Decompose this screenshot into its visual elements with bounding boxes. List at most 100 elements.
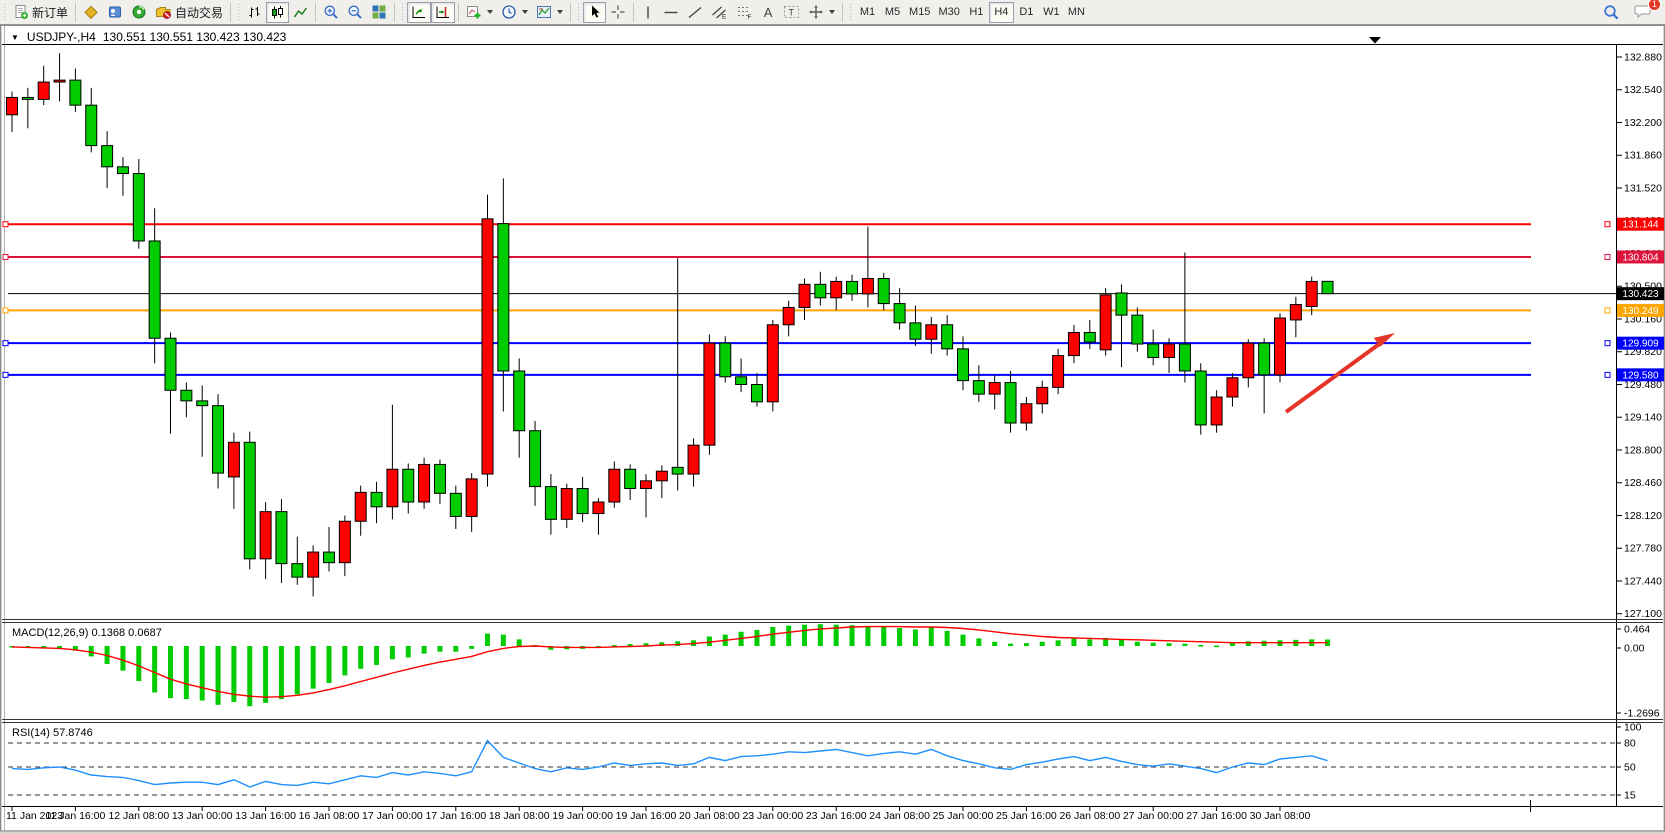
- timeframe-d1[interactable]: D1: [1014, 2, 1039, 23]
- timeframe-m15[interactable]: M15: [905, 2, 934, 23]
- add-indicator-icon: [466, 4, 482, 20]
- zoom-out-button[interactable]: [343, 2, 367, 23]
- tile-windows-button[interactable]: [367, 2, 391, 23]
- auto-trading-button[interactable]: 自动交易: [151, 2, 227, 23]
- arrows-button[interactable]: [804, 2, 839, 23]
- auto-trading-icon: [155, 4, 172, 20]
- hline-handle: [1605, 372, 1610, 377]
- market-watch-button[interactable]: [79, 2, 103, 23]
- time-tick-label: 30 Jan 08:00: [1250, 810, 1311, 822]
- horizontal-line-button[interactable]: [659, 2, 683, 23]
- timeframe-h1[interactable]: H1: [964, 2, 989, 23]
- auto-scroll-button[interactable]: [407, 2, 431, 23]
- line-chart-icon: [293, 5, 308, 20]
- collapse-triangle-icon[interactable]: ▼: [11, 33, 19, 42]
- crosshair-button[interactable]: [606, 2, 630, 23]
- chart-canvas[interactable]: 132.880132.540132.200131.860131.520131.1…: [0, 0, 1665, 834]
- notification-badge: 1: [1648, 0, 1661, 11]
- periods-button[interactable]: [497, 2, 532, 23]
- timeframe-h4[interactable]: H4: [989, 2, 1014, 23]
- new-order-button[interactable]: 新订单: [9, 2, 72, 23]
- data-window-button[interactable]: [103, 2, 127, 23]
- time-tick-label: 11 Jan 16:00: [45, 810, 105, 822]
- navigator-button[interactable]: [127, 2, 151, 23]
- time-tick-label: 16 Jan 08:00: [299, 810, 360, 822]
- add-indicator-button[interactable]: [462, 2, 497, 23]
- chart-shift-button[interactable]: [431, 2, 455, 23]
- text-button[interactable]: A: [757, 2, 779, 23]
- fibonacci-button[interactable]: F: [732, 2, 757, 23]
- macd-label: MACD(12,26,9) 0.1368 0.0687: [12, 627, 162, 639]
- chart-shift-icon: [435, 5, 451, 20]
- time-tick-label: 25 Jan 16:00: [996, 810, 1057, 822]
- dropdown-caret: [522, 10, 528, 14]
- toolbar-grip[interactable]: [400, 3, 405, 21]
- timeframe-w1[interactable]: W1: [1039, 2, 1064, 23]
- separator: [842, 3, 843, 22]
- templates-button[interactable]: [532, 2, 567, 23]
- auto-scroll-icon: [411, 5, 427, 20]
- zoom-out-icon: [347, 4, 363, 20]
- price-tick-label: 127.100: [1624, 608, 1662, 620]
- timeframe-m5[interactable]: M5: [880, 2, 905, 23]
- svg-text:T: T: [789, 8, 795, 18]
- macd-axis-label: 0.00: [1624, 643, 1645, 655]
- time-tick-label: 25 Jan 00:00: [933, 810, 994, 822]
- chat-button[interactable]: 1: [1630, 2, 1655, 23]
- hline-handle: [1605, 308, 1610, 313]
- text-label-button[interactable]: T: [779, 2, 804, 23]
- price-tick-label: 128.460: [1624, 477, 1662, 489]
- hline-handle: [1605, 254, 1610, 259]
- bar-chart-button[interactable]: [243, 2, 266, 23]
- separator: [394, 3, 395, 22]
- price-tick-label: 131.860: [1624, 150, 1662, 162]
- data-window-icon: [107, 4, 123, 20]
- zoom-in-button[interactable]: [319, 2, 343, 23]
- crosshair-icon: [610, 4, 626, 20]
- hline-handle: [1605, 341, 1610, 346]
- new-order-icon: [13, 4, 29, 20]
- rsi-axis-label: 100: [1624, 722, 1642, 734]
- timeframe-m1[interactable]: M1: [855, 2, 880, 23]
- separator: [315, 3, 316, 22]
- svg-text:E: E: [722, 14, 727, 21]
- cursor-icon: [587, 4, 602, 20]
- templates-icon: [536, 4, 552, 20]
- timeframe-m30[interactable]: M30: [934, 2, 963, 23]
- tile-windows-icon: [371, 4, 387, 20]
- vertical-line-icon: [641, 5, 655, 20]
- text-icon: A: [764, 6, 773, 19]
- time-tick-label: 27 Jan 16:00: [1186, 810, 1247, 822]
- line-chart-button[interactable]: [289, 2, 312, 23]
- equidistant-channel-button[interactable]: E: [707, 2, 732, 23]
- market-watch-icon: [83, 4, 99, 20]
- search-button[interactable]: [1599, 2, 1624, 23]
- rsi-axis-label: 50: [1624, 762, 1636, 774]
- timeframe-mn[interactable]: MN: [1064, 2, 1089, 23]
- toolbar-grip[interactable]: [236, 3, 241, 21]
- price-tick-label: 129.140: [1624, 412, 1662, 424]
- price-tick-label: 128.120: [1624, 510, 1662, 522]
- toolbar-grip[interactable]: [2, 3, 7, 21]
- price-tick-label: 127.440: [1624, 575, 1662, 587]
- toolbar-grip[interactable]: [576, 3, 581, 21]
- hline-handle: [3, 308, 8, 313]
- vertical-line-button[interactable]: [637, 2, 659, 23]
- zoom-in-icon: [323, 4, 339, 20]
- time-tick-label: 23 Jan 00:00: [742, 810, 803, 822]
- trendline-button[interactable]: [683, 2, 707, 23]
- price-tick-label: 132.200: [1624, 117, 1662, 129]
- candlestick-chart-button[interactable]: [266, 2, 289, 23]
- hline-price-flag-label: 130.804: [1622, 252, 1659, 263]
- macd-axis-label: 0.464: [1624, 624, 1650, 636]
- toolbar-grip[interactable]: [848, 3, 853, 21]
- bar-chart-icon: [247, 5, 262, 20]
- cursor-button[interactable]: [583, 2, 606, 23]
- macd-axis-label: -1.2696: [1624, 708, 1660, 720]
- separator: [75, 3, 76, 22]
- hline-handle: [3, 341, 8, 346]
- hline-price-flag-label: 129.580: [1622, 370, 1659, 381]
- dropdown-caret: [487, 10, 493, 14]
- time-tick-label: 23 Jan 16:00: [806, 810, 867, 822]
- time-tick-label: 13 Jan 00:00: [172, 810, 233, 822]
